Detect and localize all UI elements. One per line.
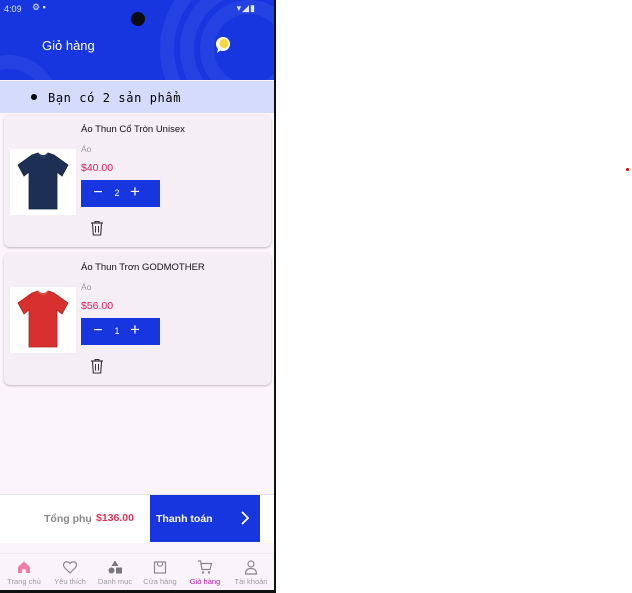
- category-icon: [108, 560, 122, 574]
- heart-icon: [62, 561, 78, 574]
- device-bezel: [274, 0, 276, 593]
- app-header: 4:09 ⚙ ▪ ▾◢▮ Giỏ hàng: [0, 0, 274, 80]
- nav-label: Tài khoản: [234, 577, 268, 586]
- camera-cutout: [131, 12, 145, 26]
- subtotal-label: Tổng phụ: [44, 513, 92, 525]
- page-title: Giỏ hàng: [42, 38, 95, 53]
- subtotal-value: $136.00: [96, 512, 134, 524]
- cart-count-banner: Bạn có 2 sản phẩm: [0, 81, 274, 113]
- nav-label: Cửa hàng: [143, 577, 177, 586]
- product-image: [10, 149, 76, 215]
- tshirt-shape: [17, 152, 69, 210]
- store-icon: [153, 561, 167, 574]
- trash-icon[interactable]: [90, 358, 104, 374]
- chevron-right-icon: [241, 511, 250, 525]
- increase-quantity-button[interactable]: +: [128, 321, 142, 339]
- nav-item-cart[interactable]: Giỏ hàng: [182, 554, 228, 591]
- signal-battery-icon: ▾◢▮: [236, 3, 256, 13]
- checkout-bar: Tổng phụ $136.00 Thanh toán: [0, 494, 274, 543]
- red-dot: [626, 168, 629, 171]
- notification-icons: ⚙ ▪: [32, 2, 46, 12]
- decrease-quantity-button[interactable]: −: [91, 322, 105, 340]
- account-icon: [244, 560, 258, 575]
- cart-icon: [198, 560, 213, 574]
- decrease-quantity-button[interactable]: −: [91, 184, 105, 202]
- product-category: Áo: [81, 282, 92, 292]
- quantity-value: 1: [114, 326, 120, 336]
- trash-icon[interactable]: [90, 220, 104, 236]
- checkout-label: Thanh toán: [156, 513, 213, 525]
- nav-label: Trang chủ: [7, 577, 41, 586]
- phone-screen: 4:09 ⚙ ▪ ▾◢▮ Giỏ hàng Bạn có 2 sản phẩm …: [0, 0, 276, 593]
- header-decoration: [0, 55, 58, 80]
- status-time: 4:09: [4, 4, 22, 14]
- product-category: Áo: [81, 144, 92, 154]
- quantity-stepper: − 1 +: [81, 318, 160, 345]
- increase-quantity-button[interactable]: +: [128, 183, 142, 201]
- chat-bubble-icon[interactable]: [214, 36, 232, 54]
- nav-item-store[interactable]: Cửa hàng: [137, 554, 183, 591]
- nav-label: Giỏ hàng: [189, 577, 221, 586]
- nav-label: Yêu thích: [54, 577, 86, 586]
- cart-item: Áo Thun Cổ Tròn Unisex Áo $40.00 − 2 +: [4, 115, 271, 247]
- home-icon: [18, 561, 30, 573]
- checkout-button[interactable]: Thanh toán: [150, 495, 260, 542]
- nav-item-account[interactable]: Tài khoản: [228, 554, 274, 591]
- bottom-navigation: Trang chủ Yêu thích Danh mục Cửa hàng Gi…: [0, 553, 274, 591]
- product-price: $56.00: [81, 300, 114, 312]
- nav-label: Danh mục: [97, 577, 133, 586]
- product-image: [10, 287, 76, 353]
- nav-item-categories[interactable]: Danh mục: [92, 554, 138, 591]
- nav-item-favorites[interactable]: Yêu thích: [47, 554, 93, 591]
- tshirt-shape: [17, 290, 69, 348]
- product-name[interactable]: Áo Thun Cổ Tròn Unisex: [81, 124, 185, 135]
- product-price: $40.00: [81, 162, 114, 174]
- cart-count-text: Bạn có 2 sản phẩm: [48, 91, 182, 105]
- quantity-value: 2: [114, 188, 120, 198]
- quantity-stepper: − 2 +: [81, 180, 160, 207]
- bullet-dot: [31, 94, 37, 100]
- nav-item-home[interactable]: Trang chủ: [1, 554, 47, 591]
- cart-item: Áo Thun Trơn GODMOTHER Áo $56.00 − 1 +: [4, 253, 271, 385]
- product-name[interactable]: Áo Thun Trơn GODMOTHER: [81, 262, 205, 273]
